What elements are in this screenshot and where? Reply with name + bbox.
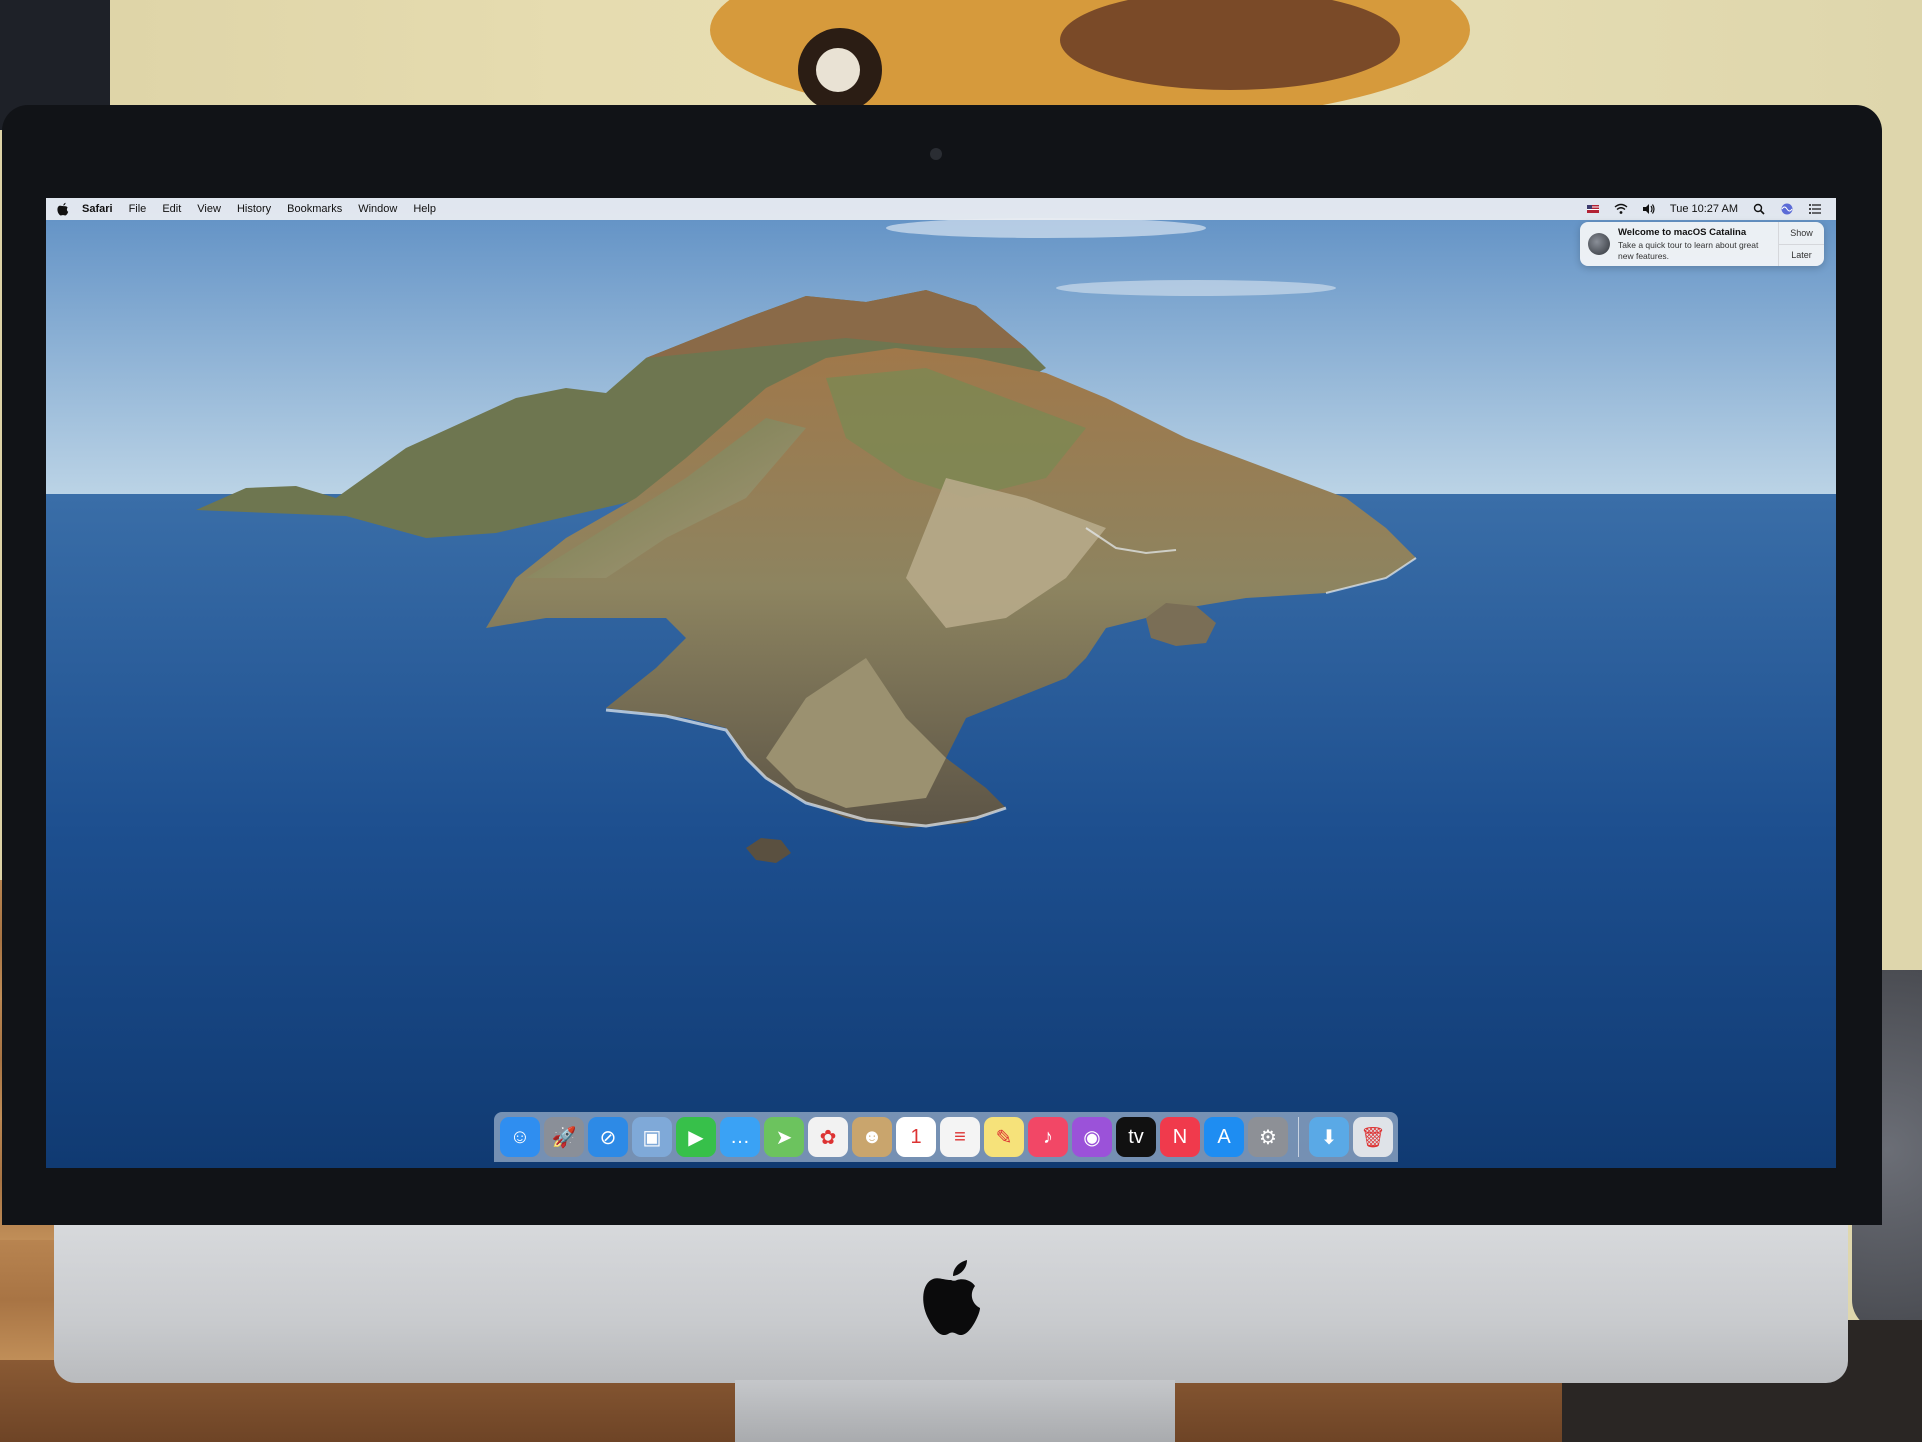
trash-icon[interactable]: 🗑 bbox=[1353, 1117, 1393, 1157]
volume-icon[interactable] bbox=[1642, 203, 1656, 215]
status-menus: Tue 10:27 AM bbox=[1586, 198, 1822, 220]
maps-icon[interactable]: ➤ bbox=[764, 1117, 804, 1157]
tv-icon[interactable]: tv bbox=[1116, 1117, 1156, 1157]
contacts-icon[interactable]: ☻ bbox=[852, 1117, 892, 1157]
photos-icon[interactable]: ✿ bbox=[808, 1117, 848, 1157]
notification-text: Take a quick tour to learn about great n… bbox=[1618, 240, 1759, 261]
messages-icon[interactable]: … bbox=[720, 1117, 760, 1157]
menu-app-name[interactable]: Safari bbox=[82, 203, 113, 215]
menu-view[interactable]: View bbox=[197, 203, 221, 215]
dock-separator bbox=[1298, 1117, 1299, 1157]
catalina-wallpaper bbox=[46, 198, 1836, 1168]
podcasts-icon[interactable]: ◉ bbox=[1072, 1117, 1112, 1157]
plush-toy bbox=[710, 0, 1470, 120]
app-store-icon[interactable]: A bbox=[1204, 1117, 1244, 1157]
apple-logo-icon bbox=[923, 1260, 980, 1336]
news-icon[interactable]: N bbox=[1160, 1117, 1200, 1157]
clock[interactable]: Tue 10:27 AM bbox=[1670, 203, 1738, 215]
calendar-icon[interactable]: 1 bbox=[896, 1117, 936, 1157]
notification-title: Welcome to macOS Catalina bbox=[1618, 227, 1747, 238]
macos-catalina-icon bbox=[1588, 233, 1610, 255]
menu-bookmarks[interactable]: Bookmarks bbox=[287, 203, 342, 215]
wifi-icon[interactable] bbox=[1614, 203, 1628, 215]
desktop-screen: Safari File Edit View History Bookmarks … bbox=[46, 198, 1836, 1168]
notes-icon[interactable]: ✎ bbox=[984, 1117, 1024, 1157]
notification-later-button[interactable]: Later bbox=[1779, 245, 1824, 267]
welcome-notification[interactable]: Welcome to macOS Catalina Take a quick t… bbox=[1580, 222, 1824, 266]
notification-center-icon[interactable] bbox=[1808, 203, 1822, 215]
flag-icon[interactable] bbox=[1586, 203, 1600, 215]
menu-bar: Safari File Edit View History Bookmarks … bbox=[46, 198, 1836, 220]
imac-stand bbox=[735, 1380, 1175, 1442]
menu-file[interactable]: File bbox=[129, 203, 147, 215]
camera bbox=[930, 148, 942, 160]
apple-menu-icon[interactable] bbox=[56, 202, 70, 216]
launchpad-icon[interactable]: 🚀 bbox=[544, 1117, 584, 1157]
menu-history[interactable]: History bbox=[237, 203, 271, 215]
downloads-folder-icon[interactable]: ⬇ bbox=[1309, 1117, 1349, 1157]
search-icon[interactable] bbox=[1752, 203, 1766, 215]
facetime-icon[interactable]: ▶ bbox=[676, 1117, 716, 1157]
menu-edit[interactable]: Edit bbox=[162, 203, 181, 215]
menu-window[interactable]: Window bbox=[358, 203, 397, 215]
dock: ☺ 🚀 ⊘ ▣ ▶… ➤ ✿ ☻ 1 ≡ ✎ ♪ ◉ tv N A ⚙ ⬇ 🗑 bbox=[494, 1112, 1398, 1162]
safari-icon[interactable]: ⊘ bbox=[588, 1117, 628, 1157]
siri-icon[interactable] bbox=[1780, 203, 1794, 215]
notification-show-button[interactable]: Show bbox=[1779, 222, 1824, 245]
music-icon[interactable]: ♪ bbox=[1028, 1117, 1068, 1157]
system-preferences-icon[interactable]: ⚙ bbox=[1248, 1117, 1288, 1157]
preview-icon[interactable]: ▣ bbox=[632, 1117, 672, 1157]
finder-icon[interactable]: ☺ bbox=[500, 1117, 540, 1157]
menu-help[interactable]: Help bbox=[413, 203, 436, 215]
reminders-icon[interactable]: ≡ bbox=[940, 1117, 980, 1157]
